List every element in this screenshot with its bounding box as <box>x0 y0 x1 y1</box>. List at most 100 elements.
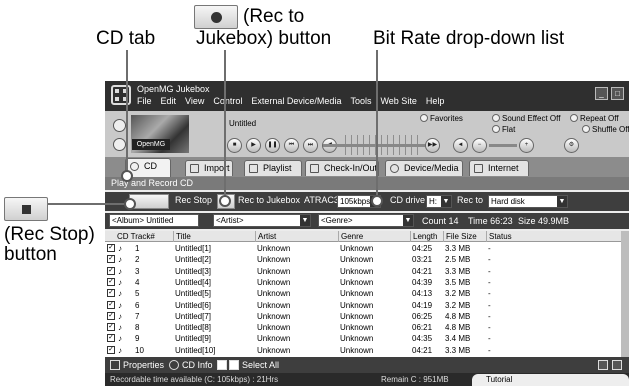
play-button[interactable]: ▶ <box>246 138 261 153</box>
music-note-icon: ♪ <box>118 345 122 355</box>
select-all-button[interactable]: Select All <box>242 360 279 370</box>
genre-cell: Unknown <box>340 244 374 253</box>
repeat-option[interactable]: Repeat Off <box>570 114 619 123</box>
table-row[interactable]: ✓ ♪ 9 Untitled[9] Unknown Unknown 04:35 3.4 MB - <box>105 333 621 344</box>
col-title[interactable]: Title <box>173 231 191 242</box>
row-checkbox[interactable]: ✓ <box>107 334 115 343</box>
menu-edit[interactable]: Edit <box>161 96 177 106</box>
volume-down-button[interactable]: − <box>472 138 487 153</box>
menu-web-site[interactable]: Web Site <box>380 96 416 106</box>
length-cell: 06:25 <box>412 311 433 321</box>
previous-button[interactable]: ⏮ <box>284 138 299 153</box>
file-size-cell: 3.3 MB <box>445 345 471 355</box>
row-checkbox[interactable]: ✓ <box>107 345 115 354</box>
track-title-cell: Untitled[5] <box>175 289 212 299</box>
row-checkbox[interactable]: ✓ <box>107 244 115 252</box>
menu-control[interactable]: Control <box>213 96 242 106</box>
artist-select[interactable]: <Artist> ▼ <box>213 214 311 227</box>
eject-button[interactable] <box>113 138 126 151</box>
cd-drive-value: H: <box>429 197 437 206</box>
rec-to-select[interactable]: Hard disk ▼ <box>488 195 568 208</box>
tab-playlist[interactable]: Playlist <box>244 160 302 176</box>
genre-select[interactable]: <Genre> ▼ <box>318 214 414 227</box>
tab-check-in-out[interactable]: Check-In/Out <box>305 160 379 176</box>
cd-drive-select[interactable]: H: ▼ <box>426 195 452 208</box>
table-row[interactable]: ✓ ♪ 10 Untitled[10] Unknown Unknown 04:21 3.3 M… <box>105 345 621 356</box>
music-note-icon: ♪ <box>118 311 122 321</box>
album-field[interactable]: <Album> Untitled <box>109 214 199 227</box>
atrac-label: ATRAC3 <box>304 195 339 205</box>
track-table: CD Track# Title Artist Genre Length File… <box>105 231 621 357</box>
menu-file[interactable]: File <box>137 96 152 106</box>
col-status[interactable]: Status <box>486 231 512 242</box>
col-cd-track[interactable]: CD Track# <box>115 231 155 242</box>
music-note-icon: ♪ <box>118 300 122 310</box>
row-checkbox[interactable]: ✓ <box>107 289 115 298</box>
col-artist[interactable]: Artist <box>255 231 276 242</box>
row-checkbox[interactable]: ✓ <box>107 277 115 286</box>
sound-effect-option[interactable]: Sound Effect Off <box>492 114 560 123</box>
file-size-cell: 3.4 MB <box>445 334 471 344</box>
genre-cell: Unknown <box>340 300 374 310</box>
forward-button[interactable]: ▶▶ <box>425 138 440 153</box>
stop-button[interactable]: ■ <box>227 138 242 153</box>
checkbox-icon <box>229 360 239 370</box>
view-toggle-button[interactable] <box>113 119 126 132</box>
table-row[interactable]: ✓ ♪ 1 Untitled[1] Unknown Unknown 04:25 3.3 MB - <box>105 243 621 254</box>
minimize-button[interactable]: _ <box>595 87 608 100</box>
menu-view[interactable]: View <box>185 96 204 106</box>
shuffle-option[interactable]: Shuffle Off <box>582 125 629 134</box>
track-count: Count 14 <box>422 216 459 226</box>
tutorial-tab[interactable]: Tutorial <box>472 374 629 386</box>
chevron-down-icon[interactable] <box>598 360 608 370</box>
next-button[interactable]: ⏭ <box>303 138 318 153</box>
table-row[interactable]: ✓ ♪ 7 Untitled[7] Unknown Unknown 06:25 4.8 MB - <box>105 311 621 322</box>
mute-button[interactable]: ◄ <box>453 138 468 153</box>
rec-to-jukebox-callout-line1: (Rec to <box>243 6 305 27</box>
table-header: CD Track# Title Artist Genre Length File… <box>105 231 621 242</box>
col-genre[interactable]: Genre <box>338 231 363 242</box>
track-title-cell: Untitled[9] <box>175 334 212 344</box>
sound-effect-value[interactable]: Flat <box>492 125 515 134</box>
volume-slider[interactable] <box>489 144 517 147</box>
tab-device-media[interactable]: Device/Media <box>385 160 463 176</box>
favorites-option[interactable]: Favorites <box>420 114 463 123</box>
menu-tools[interactable]: Tools <box>350 96 371 106</box>
table-row[interactable]: ✓ ♪ 2 Untitled[2] Unknown Unknown 03:21 2.5 MB - <box>105 254 621 265</box>
row-checkbox[interactable]: ✓ <box>107 266 115 275</box>
maximize-button[interactable]: □ <box>611 87 624 100</box>
table-row[interactable]: ✓ ♪ 4 Untitled[4] Unknown Unknown 04:39 3.5 MB - <box>105 277 621 288</box>
properties-button[interactable]: Properties <box>123 360 164 370</box>
record-toolbar: Rec Stop Rec to Jukebox ATRAC3 105kbps▼ … <box>105 192 629 211</box>
cd-info-button[interactable]: CD Info <box>182 360 213 370</box>
table-scrollbar[interactable] <box>621 231 629 357</box>
pause-button[interactable]: ❚❚ <box>265 138 280 153</box>
col-length[interactable]: Length <box>410 231 437 242</box>
table-row[interactable]: ✓ ♪ 6 Untitled[6] Unknown Unknown 04:19 3.2 MB - <box>105 300 621 311</box>
shuffle-label: Shuffle Off <box>592 125 629 134</box>
status-cell: - <box>488 345 491 355</box>
music-note-icon: ♪ <box>118 323 122 333</box>
row-checkbox[interactable]: ✓ <box>107 323 115 332</box>
table-row[interactable]: ✓ ♪ 5 Untitled[5] Unknown Unknown 04:13 3.2 MB - <box>105 288 621 299</box>
menu-help[interactable]: Help <box>426 96 445 106</box>
refresh-icon[interactable] <box>612 360 622 370</box>
volume-up-button[interactable]: + <box>519 138 534 153</box>
row-checkbox[interactable]: ✓ <box>107 300 115 309</box>
menu-external-device[interactable]: External Device/Media <box>251 96 341 106</box>
row-checkbox[interactable]: ✓ <box>107 255 115 264</box>
tab-internet[interactable]: Internet <box>469 160 529 176</box>
table-row[interactable]: ✓ ♪ 3 Untitled[3] Unknown Unknown 04:21 3.3 MB - <box>105 266 621 277</box>
cd-tab-leader <box>126 50 128 174</box>
col-file-size[interactable]: File Size <box>443 231 477 242</box>
settings-button[interactable]: ⚙ <box>564 138 579 153</box>
chevron-down-icon: ▼ <box>403 215 413 226</box>
length-cell: 04:21 <box>412 345 433 355</box>
position-slider[interactable] <box>323 144 433 147</box>
artist-cell: Unknown <box>257 277 291 287</box>
panel-header: Play and Record CD <box>105 177 629 190</box>
row-checkbox[interactable]: ✓ <box>107 311 115 320</box>
file-size-cell: 4.8 MB <box>445 311 471 321</box>
track-number: 7 <box>135 311 140 321</box>
table-row[interactable]: ✓ ♪ 8 Untitled[8] Unknown Unknown 06:21 4.8 MB - <box>105 322 621 333</box>
